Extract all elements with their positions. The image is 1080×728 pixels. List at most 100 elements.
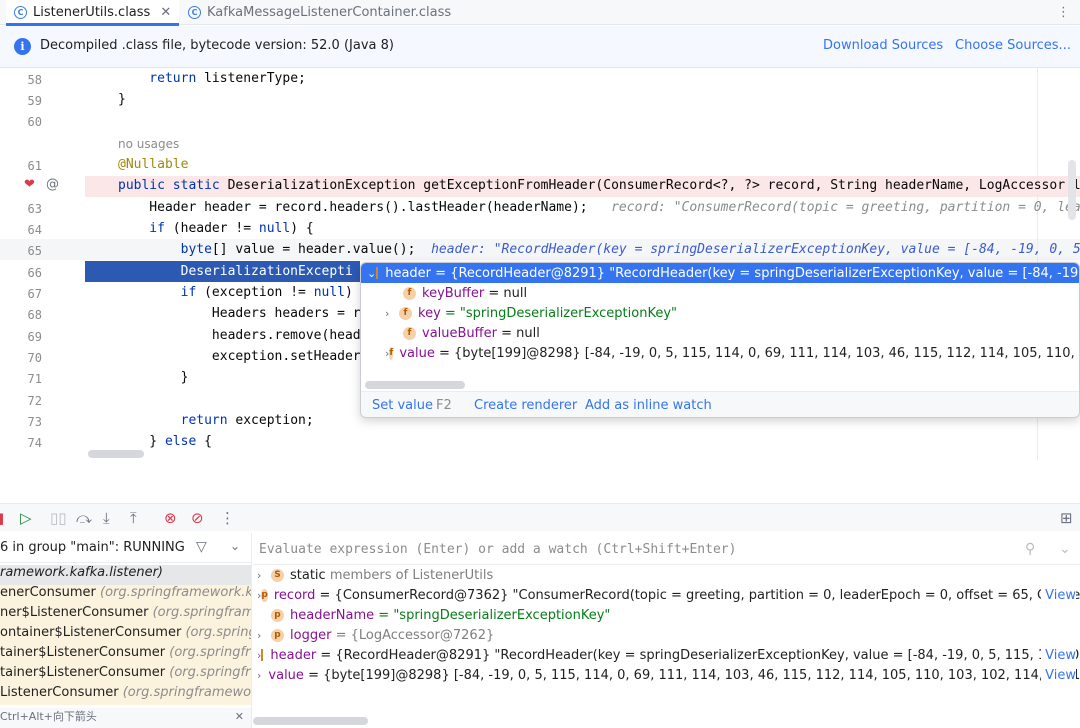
info-icon: i [14, 38, 31, 55]
popup-row-header[interactable]: ⌄ header = {RecordHeader@8291} "RecordHe… [361, 263, 1079, 283]
frames-panel: 6 in group "main": RUNNING ▽ ⌄ ramework.… [0, 533, 252, 728]
thread-selector[interactable]: 6 in group "main": RUNNING ▽ ⌄ [0, 533, 251, 563]
code-line: public static DeserializationException g… [118, 178, 1080, 193]
expand-arrow-icon[interactable]: › [257, 569, 271, 582]
at-annotation-icon[interactable]: @ [46, 177, 59, 192]
line-number: 65 [27, 244, 42, 258]
banner-message: Decompiled .class file, bytecode version… [40, 38, 394, 53]
code-line: return exception; [118, 413, 314, 428]
panel-gap [0, 460, 1080, 498]
variable-row[interactable]: › p record = {ConsumerRecord@7362} "Cons… [253, 585, 1080, 605]
usages-hint[interactable]: no usages [118, 137, 179, 151]
chevron-down-icon[interactable]: ⌄ [1059, 541, 1071, 557]
frame-item[interactable]: ramework.kafka.listener) [0, 565, 251, 585]
line-number: 73 [27, 415, 42, 429]
line-number: 67 [27, 287, 42, 301]
frame-item[interactable]: tainer$ListenerConsumer (org.springframe [0, 665, 251, 685]
evaluate-expression-input[interactable]: Evaluate expression (Enter) or add a wat… [253, 533, 1080, 565]
line-number: 58 [27, 73, 42, 87]
line-number: 69 [27, 330, 42, 344]
resume-icon[interactable]: ▷ [20, 509, 32, 527]
close-icon[interactable]: ✕ [235, 710, 244, 723]
frame-item[interactable]: ListenerConsumer (org.springframework.k [0, 685, 251, 705]
popup-row-valuebuffer[interactable]: f valueBuffer = null [361, 323, 1079, 343]
parameter-icon: p [261, 588, 268, 602]
view-link[interactable]: View [1041, 647, 1076, 663]
frame-item[interactable]: tainer$ListenerConsumer (org.springframe [0, 645, 251, 665]
popup-row-keybuffer[interactable]: f keyBuffer = null [361, 283, 1079, 303]
view-link[interactable]: View [1041, 667, 1076, 683]
add-inline-watch-link[interactable]: Add as inline watch [585, 398, 712, 413]
create-renderer-link[interactable]: Create renderer [474, 398, 577, 413]
frame-item[interactable]: ontainer$ListenerConsumer (org.springfra [0, 625, 251, 645]
download-sources-link[interactable]: Download Sources [823, 38, 943, 53]
filter-icon[interactable]: ▽ [196, 539, 207, 555]
view-breakpoints-icon[interactable]: ⊗ [164, 509, 177, 527]
choose-sources-link[interactable]: Choose Sources... [955, 38, 1071, 53]
expand-arrow-icon[interactable]: › [257, 669, 261, 682]
field-icon: f [399, 306, 412, 320]
variable-row[interactable]: › S static members of ListenerUtils [253, 565, 1080, 585]
expand-arrow-icon[interactable]: › [257, 629, 271, 642]
code-line: @Nullable [118, 157, 189, 172]
line-number: 60 [27, 115, 42, 129]
inline-value-hint: record: "ConsumerRecord(topic = greeting… [611, 200, 1080, 215]
stop-icon[interactable]: ▮ [0, 509, 4, 527]
code-line: byte[] value = header.value(); header: "… [118, 242, 1080, 257]
code-line: if (header != null) { [118, 221, 314, 236]
step-over-icon[interactable]: ⤼ [76, 509, 92, 527]
tab-listener-utils[interactable]: C ListenerUtils.class ✕ [6, 0, 180, 26]
set-value-link[interactable]: Set value [372, 398, 433, 413]
local-var-icon [261, 649, 264, 661]
view-link[interactable]: View [1041, 587, 1076, 603]
tab-menu-icon[interactable]: ⋮ [1057, 0, 1070, 25]
local-var-icon [376, 267, 379, 279]
parameter-icon: p [271, 608, 284, 622]
code-line: return listenerType; [118, 71, 306, 86]
pause-icon[interactable]: ▯▯ [50, 509, 67, 527]
editor-vscrollbar[interactable] [1068, 160, 1076, 220]
line-number: 66 [27, 266, 42, 280]
field-icon: f [403, 326, 416, 340]
line-number: 61 [27, 159, 42, 173]
debug-value-popup[interactable]: ⌄ header = {RecordHeader@8291} "RecordHe… [360, 262, 1080, 418]
line-number: 71 [27, 372, 42, 386]
breakpoint-icon[interactable]: ❤ [24, 177, 35, 192]
more-icon[interactable]: ⋮ [220, 509, 235, 527]
variable-row[interactable]: › value = {byte[199]@8298} [-84, -19, 0,… [253, 665, 1080, 685]
code-line: DeserializationExcepti [118, 264, 353, 279]
inline-value-hint: header: "RecordHeader(key = springDeseri… [431, 242, 1080, 257]
tab-kafka-container[interactable]: C KafkaMessageListenerContainer.class [180, 0, 459, 25]
editor-tab-bar: C ListenerUtils.class ✕ C KafkaMessageLi… [0, 0, 1080, 26]
editor-hscrollbar[interactable] [88, 450, 144, 458]
layout-icon[interactable]: ⊞ [1060, 509, 1073, 527]
popup-row-key[interactable]: › f key = "springDeserializerExceptionKe… [361, 303, 1079, 323]
debug-toolbar: ▮ ▷ ▯▯ ⤼ ⤓ ⤒ ⊗ ⊘ ⋮ ⊞ [0, 503, 1080, 531]
field-icon: f [403, 286, 416, 300]
variable-row[interactable]: › header = {RecordHeader@8291} "RecordHe… [253, 645, 1080, 665]
popup-hscrollbar[interactable] [365, 381, 465, 389]
close-tab-icon[interactable]: ✕ [160, 5, 171, 20]
frame-navigation-hint: Ctrl+Alt+向下箭头 ✕ [0, 708, 251, 728]
line-number: 68 [27, 308, 42, 322]
parameter-icon: p [271, 628, 284, 642]
step-into-icon[interactable]: ⤓ [103, 509, 110, 527]
popup-row-value[interactable]: › f value = {byte[199]@8298} [-84, -19, … [361, 343, 1079, 363]
tab-label: ListenerUtils.class [33, 5, 151, 20]
line-number: 74 [27, 436, 42, 450]
add-watch-icon[interactable]: ⚲ [1025, 541, 1035, 557]
code-line: Header header = record.headers().lastHea… [118, 200, 1080, 215]
variable-row[interactable]: p headerName = "springDeserializerExcept… [253, 605, 1080, 625]
variable-row[interactable]: › p logger = {LogAccessor@7262} [253, 625, 1080, 645]
frame-item[interactable]: enerConsumer (org.springframework.kafk [0, 585, 251, 605]
class-icon: C [14, 6, 27, 19]
line-number: 59 [27, 94, 42, 108]
step-out-icon[interactable]: ⤒ [130, 509, 137, 527]
code-line: } [118, 92, 126, 107]
frame-item[interactable]: ner$ListenerConsumer (org.springframewo [0, 605, 251, 625]
chevron-down-icon[interactable]: ⌄ [230, 539, 240, 553]
variables-hscrollbar[interactable] [253, 717, 368, 725]
class-icon: C [188, 6, 201, 19]
mute-breakpoints-icon[interactable]: ⊘ [191, 509, 204, 527]
expand-arrow-icon[interactable]: › [385, 307, 399, 320]
